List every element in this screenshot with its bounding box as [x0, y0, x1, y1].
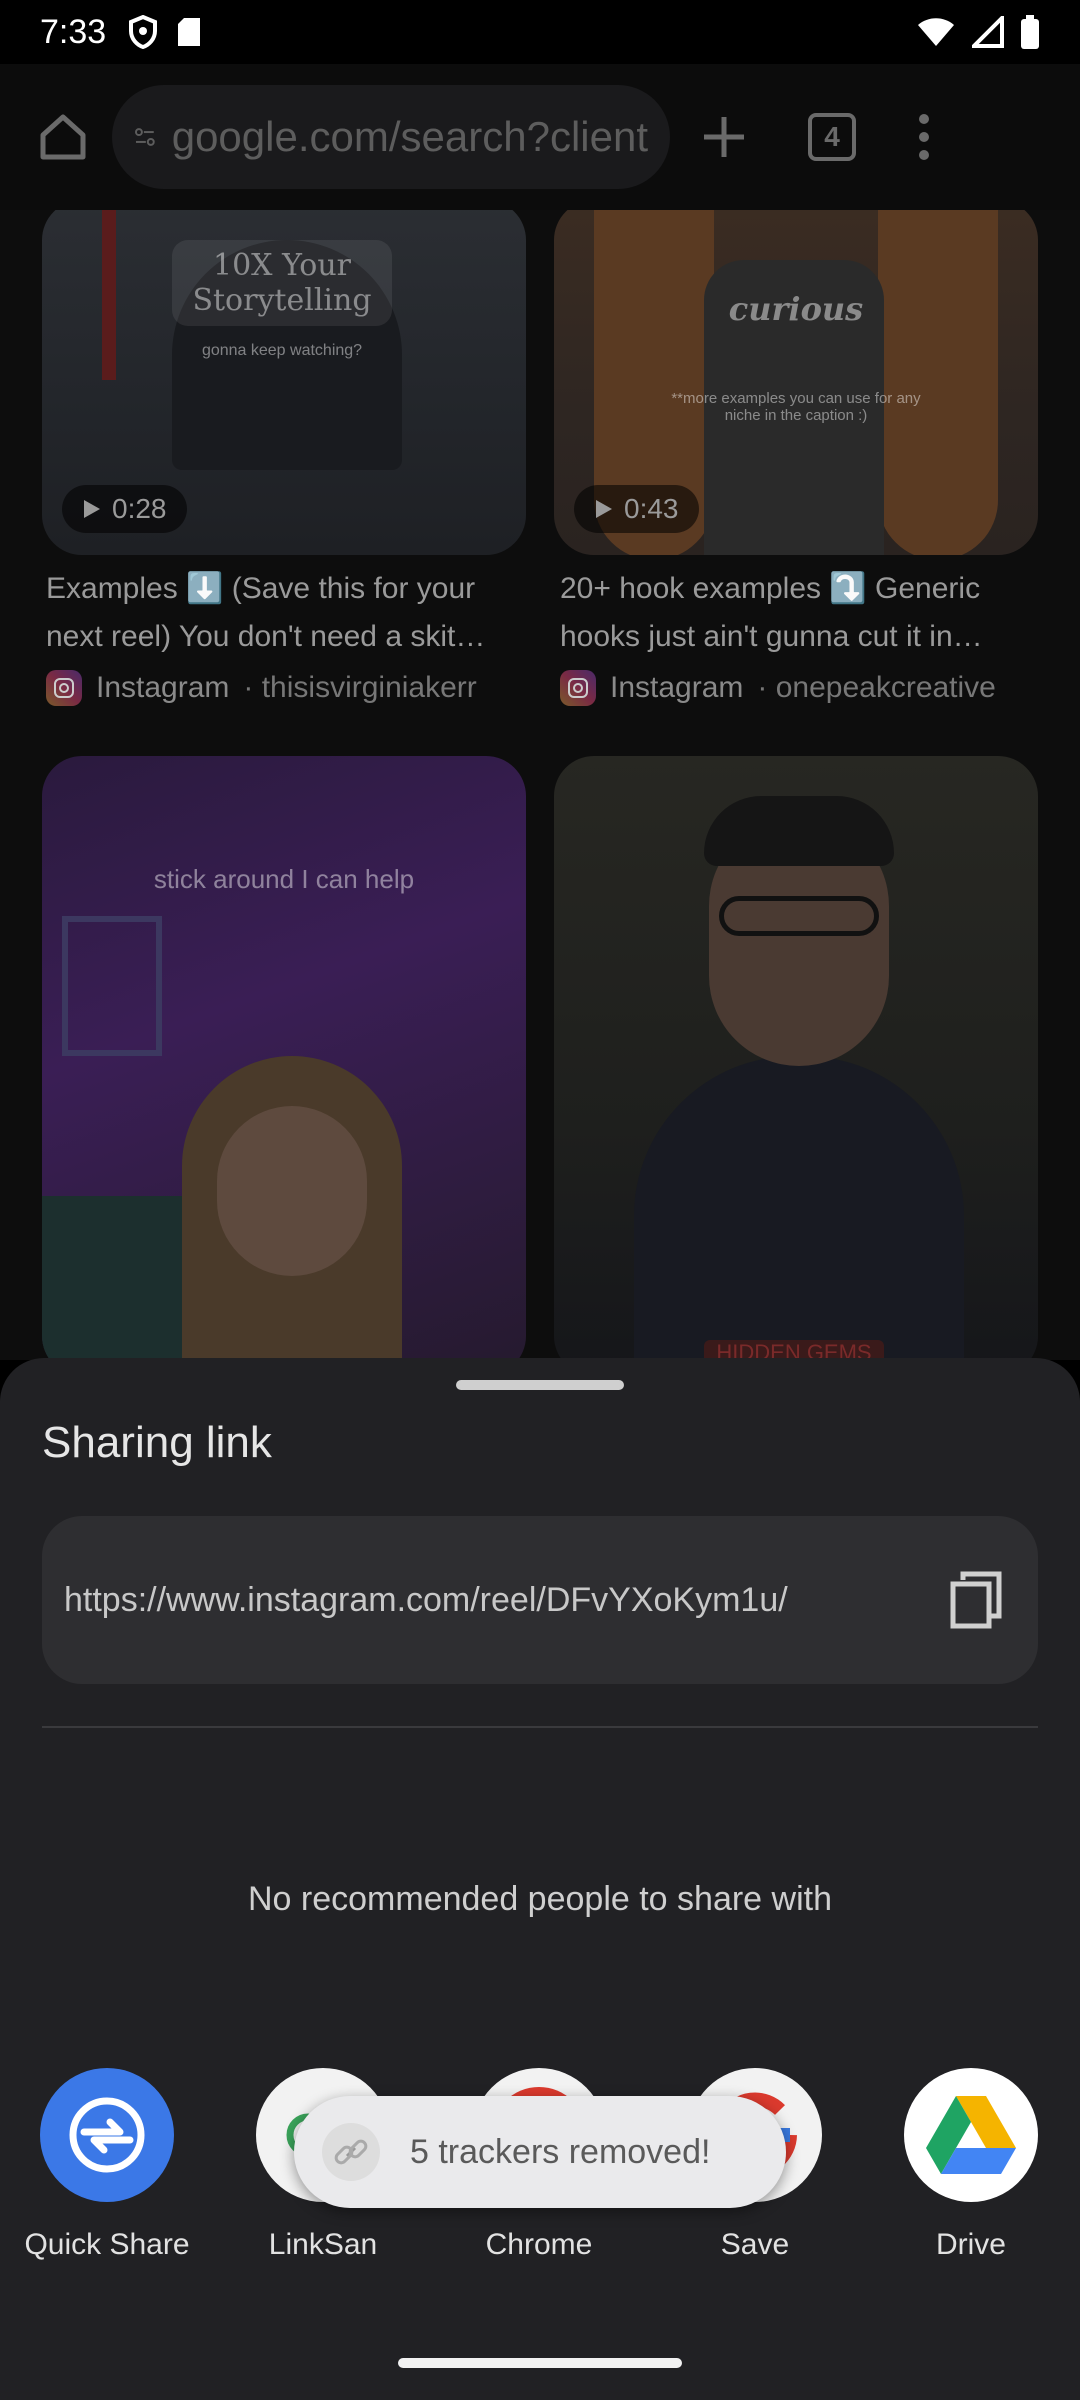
instagram-icon	[560, 670, 596, 706]
result-title[interactable]: 20+ hook examples ⤵️ Generic hooks just …	[560, 565, 1030, 661]
share-target-quick-share[interactable]: Quick Share	[12, 2068, 202, 2262]
signal-icon	[972, 16, 1004, 48]
home-icon	[40, 114, 86, 160]
share-target-drive[interactable]: Drive	[876, 2068, 1066, 2262]
quick-share-icon	[40, 2068, 174, 2202]
source-name: Instagram	[96, 671, 230, 704]
status-bar: 7:33	[0, 0, 1080, 64]
overlay-text: 10X Your	[213, 248, 351, 283]
duration-badge: 0:43	[574, 485, 699, 533]
play-icon	[596, 500, 612, 518]
toast-message: 5 trackers removed!	[410, 2132, 711, 2171]
result-source: Instagram · thisisvirginiakerr	[46, 670, 477, 706]
duration-text: 0:43	[624, 493, 679, 524]
search-results: 10X Your Storytelling gonna keep watchin…	[0, 210, 1080, 1360]
app-label: Drive	[935, 2228, 1006, 2261]
video-thumbnail[interactable]: 10X Your Storytelling gonna keep watchin…	[42, 210, 526, 555]
divider	[42, 1726, 1038, 1728]
video-thumbnail[interactable]: stick around I can help	[42, 756, 526, 1360]
app-label: LinkSan	[268, 2228, 378, 2261]
video-thumbnail[interactable]: HIDDEN GEMS	[554, 756, 1038, 1360]
battery-icon	[1021, 15, 1039, 49]
result-title[interactable]: Examples ⬇️ (Save this for your next ree…	[46, 565, 516, 661]
overlay-text: HIDDEN GEMS	[704, 1340, 884, 1360]
overlay-subtext: **more examples you can use for any nich…	[671, 390, 921, 424]
tab-switcher-button[interactable]: 4	[808, 113, 856, 161]
app-label: Quick Share	[24, 2228, 190, 2261]
app-label: Save	[720, 2228, 790, 2261]
channel-name: · thisisvirginiakerr	[243, 671, 477, 704]
drag-handle[interactable]	[456, 1380, 624, 1390]
sd-card-icon	[178, 18, 201, 46]
overlay-text: Storytelling	[192, 283, 372, 318]
google-drive-icon	[904, 2068, 1038, 2202]
site-settings-icon	[134, 128, 155, 146]
toast: 5 trackers removed!	[294, 2096, 786, 2208]
home-button[interactable]	[24, 98, 102, 176]
duration-badge: 0:28	[62, 485, 187, 533]
shield-icon	[129, 15, 158, 49]
duration-text: 0:28	[112, 493, 167, 524]
status-time: 7:33	[40, 12, 107, 51]
overlay-text: stick around I can help	[153, 864, 415, 894]
overlay-text: curious	[728, 290, 864, 328]
new-tab-icon[interactable]	[700, 113, 748, 161]
home-indicator[interactable]	[398, 2358, 682, 2368]
link-text: https://www.instagram.com/reel/DFvYXoKym…	[64, 1580, 788, 1619]
copy-link-button[interactable]	[936, 1560, 1016, 1640]
share-sheet: Sharing link https://www.instagram.com/r…	[0, 1358, 1080, 2400]
overlay-subtext: gonna keep watching?	[201, 342, 363, 359]
instagram-icon	[46, 670, 82, 706]
sheet-title: Sharing link	[42, 1418, 272, 1467]
no-people-message: No recommended people to share with	[248, 1880, 832, 1918]
browser-toolbar: google.com/search?client 4	[0, 64, 1080, 210]
source-name: Instagram	[610, 671, 744, 704]
more-options-icon[interactable]	[916, 113, 932, 161]
url-text: google.com/search?client	[171, 113, 648, 160]
app-label: Chrome	[485, 2228, 593, 2261]
result-source: Instagram · onepeakcreative	[560, 670, 996, 706]
link-preview: https://www.instagram.com/reel/DFvYXoKym…	[42, 1516, 1038, 1684]
link-icon	[322, 2123, 380, 2181]
video-thumbnail[interactable]: curious **more examples you can use for …	[554, 210, 1038, 555]
wifi-icon	[918, 18, 954, 46]
play-icon	[84, 500, 100, 518]
copy-icon	[950, 1571, 1002, 1629]
address-bar[interactable]: google.com/search?client	[112, 85, 670, 189]
channel-name: · onepeakcreative	[757, 671, 996, 704]
